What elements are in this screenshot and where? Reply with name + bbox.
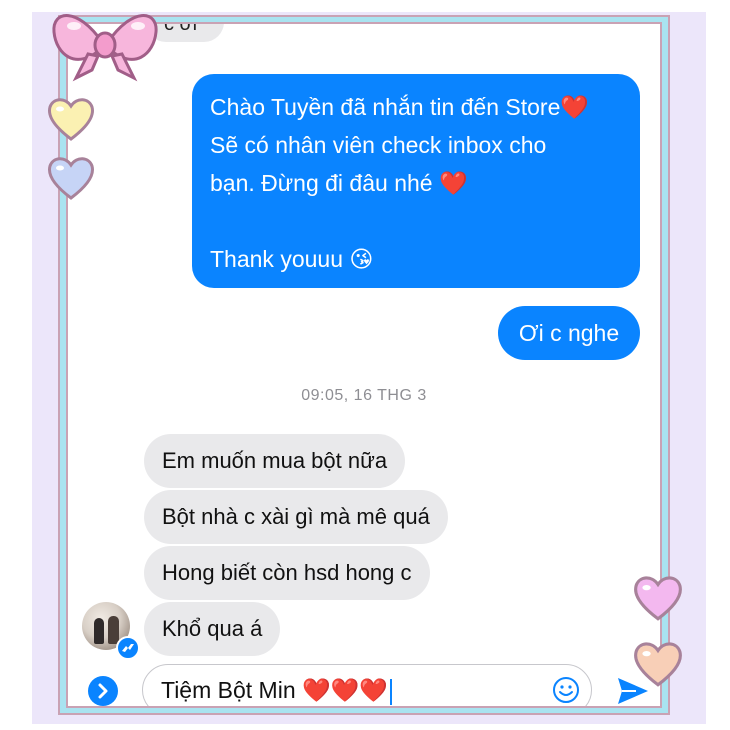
message-input-text: Tiệm Bột Min ❤️❤️❤️ <box>161 677 388 703</box>
outgoing-message-bubble[interactable]: Chào Tuyền đã nhắn tin đến Store❤️ Sẽ có… <box>192 74 640 288</box>
smiley-icon[interactable] <box>552 676 580 704</box>
messenger-icon <box>116 636 140 660</box>
heart-sticker-icon <box>48 98 94 141</box>
incoming-message-bubble[interactable]: Bột nhà c xài gì mà mê quá <box>144 490 448 544</box>
incoming-message-bubble[interactable]: Hong biết còn hsd hong c <box>144 546 430 600</box>
text-caret <box>389 678 392 705</box>
heart-sticker-icon <box>634 576 682 621</box>
avatar-figure <box>108 616 119 644</box>
avatar-figure <box>94 618 104 644</box>
outgoing-message-bubble[interactable]: Ơi c nghe <box>498 306 640 360</box>
chevron-right-icon[interactable] <box>88 676 118 706</box>
bow-sticker-icon <box>52 14 158 82</box>
message-timestamp: 09:05, 16 THG 3 <box>301 387 427 404</box>
chat-thread[interactable]: c ơi Chào Tuyền đã nhắn tin đến Store❤️ … <box>68 24 660 706</box>
incoming-message-bubble[interactable]: Em muốn mua bột nữa <box>144 434 406 488</box>
message-input[interactable]: Tiệm Bột Min ❤️❤️❤️ <box>142 664 592 706</box>
incoming-message-bubble[interactable]: Khổ qua á <box>144 602 281 656</box>
heart-sticker-icon <box>48 157 94 200</box>
heart-sticker-icon <box>634 642 682 687</box>
